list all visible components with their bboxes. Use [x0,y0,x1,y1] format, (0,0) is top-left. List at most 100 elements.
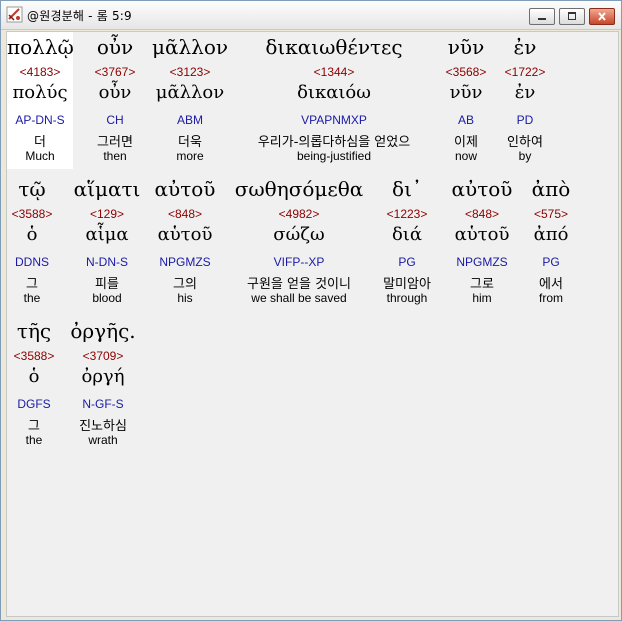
lemma: οὖν [98,82,132,103]
morph-code: ABM [176,113,203,127]
greek-word: ἀπὸ [531,177,571,201]
word-column[interactable]: πολλῷ <4183> πολύς AP-DN-S 더 Much [7,32,74,169]
lemma: ἀπό [533,224,569,245]
korean-gloss: 에서 [539,277,563,292]
greek-word: νῦν [447,35,485,59]
close-icon [598,12,606,21]
morph-code: PG [542,255,560,269]
morph-code: AP-DN-S [15,113,65,127]
korean-gloss: 피를 [95,277,119,292]
word-column[interactable]: ὀργῆς. <3709> ὀργή N-GF-S 진노하심 wrath [65,316,141,453]
word-column[interactable]: νῦν <3568> νῦν AB 이제 now [437,32,495,169]
app-window: @원경분해 - 롬 5:9 πολλῷ <4183> πολύς AP-DN-S… [0,0,622,621]
korean-gloss: 그 [26,277,38,292]
greek-word: αὐτοῦ [154,177,216,201]
lemma: δικαιόω [297,82,371,103]
strongs-number: <4183> [19,65,61,79]
english-gloss: by [518,149,532,163]
lemma: μᾶλλον [155,82,225,103]
strongs-number: <3588> [11,207,53,221]
english-gloss: through [386,291,428,305]
english-gloss: the [23,291,41,305]
korean-gloss: 인하여 [507,135,543,150]
english-gloss: more [176,149,204,163]
lemma: ἐν [514,82,536,103]
strongs-number: <848> [167,207,203,221]
english-gloss: him [472,291,492,305]
morph-code: PD [516,113,534,127]
morph-code: VPAPNMXP [301,113,367,127]
lemma: σώζω [273,224,325,245]
word-column[interactable]: δι᾽ <1223> διά PG 말미암아 through [377,174,437,311]
morph-code: VIFP--XP [273,255,325,269]
greek-word: πολλῷ [7,35,74,59]
word-column[interactable]: αὐτοῦ <848> αὑτοῦ NPGMZS 그의 his [153,174,217,311]
word-column[interactable]: αὐτοῦ <848> αὑτοῦ NPGMZS 그로 him [447,174,517,311]
english-gloss: we shall be saved [251,291,347,305]
greek-word: αἵματι [73,177,141,201]
word-column[interactable]: δικαιωθέντες <1344> δικαιόω VPAPNMXP 우리가… [235,32,433,169]
morph-code: N-DN-S [86,255,128,269]
korean-gloss: 구원을 얻을 것이니 [247,277,351,292]
lemma: πολύς [12,82,68,103]
strongs-number: <3709> [82,349,124,363]
lemma: ὁ [28,366,40,387]
english-gloss: his [177,291,193,305]
morph-code: N-GF-S [82,397,124,411]
word-column[interactable]: ἐν <1722> ἐν PD 인하여 by [495,32,555,169]
word-column[interactable]: ἀπὸ <575> ἀπό PG 에서 from [523,174,579,311]
strongs-number: <3568> [445,65,487,79]
window-title: @원경분해 - 롬 5:9 [27,9,132,23]
word-column[interactable]: αἵματι <129> αἷμα N-DN-S 피를 blood [63,174,151,311]
app-icon [6,6,23,23]
close-button[interactable] [589,8,615,25]
korean-gloss: 이제 [454,135,478,150]
morph-code: PG [398,255,416,269]
title-bar[interactable]: @원경분해 - 롬 5:9 [1,1,621,30]
interlinear-panel: πολλῷ <4183> πολύς AP-DN-S 더 Much οὖν <3… [6,31,619,617]
lemma: ὁ [26,224,38,245]
strongs-number: <575> [533,207,569,221]
greek-word: ὀργῆς. [70,319,136,343]
strongs-number: <3123> [169,65,211,79]
morph-code: DDNS [14,255,49,269]
greek-word: τῷ [18,177,46,201]
english-gloss: now [454,149,477,163]
morph-code: CH [106,113,124,127]
lemma: αὑτοῦ [454,224,510,245]
word-column[interactable]: σωθησόμεθα <4982> σώζω VIFP--XP 구원을 얻을 것… [229,174,369,311]
strongs-number: <1223> [386,207,428,221]
word-column[interactable]: τῷ <3588> ὁ DDNS 그 the [9,174,55,311]
korean-gloss: 그러면 [97,135,133,150]
korean-gloss: 그 [28,419,40,434]
greek-word: ἐν [513,35,537,59]
strongs-number: <1344> [313,65,355,79]
strongs-number: <1722> [504,65,546,79]
strongs-number: <4982> [278,207,320,221]
morph-code: DGFS [17,397,51,411]
english-gloss: wrath [88,433,118,447]
greek-word: μᾶλλον [151,35,229,59]
greek-word: τῆς [16,319,52,343]
korean-gloss: 우리가-의롭다하심을 얻었으 [257,135,411,150]
greek-word: δικαιωθέντες [265,35,403,59]
greek-word: οὖν [96,35,134,59]
strongs-number: <848> [464,207,500,221]
lemma: ὀργή [81,366,125,387]
english-gloss: Much [25,149,55,163]
english-gloss: the [25,433,43,447]
lemma: νῦν [449,82,483,103]
minimize-button[interactable] [529,8,555,25]
korean-gloss: 말미암아 [383,277,431,292]
word-column[interactable]: οὖν <3767> οὖν CH 그러면 then [85,32,145,169]
maximize-button[interactable] [559,8,585,25]
strongs-number: <3767> [94,65,136,79]
strongs-number: <3588> [13,349,55,363]
morph-code: NPGMZS [456,255,508,269]
word-column[interactable]: τῆς <3588> ὁ DGFS 그 the [9,316,59,453]
morph-code: AB [457,113,474,127]
strongs-number: <129> [89,207,125,221]
maximize-icon [568,12,576,20]
word-column[interactable]: μᾶλλον <3123> μᾶλλον ABM 더욱 more [145,32,235,169]
english-gloss: blood [92,291,122,305]
